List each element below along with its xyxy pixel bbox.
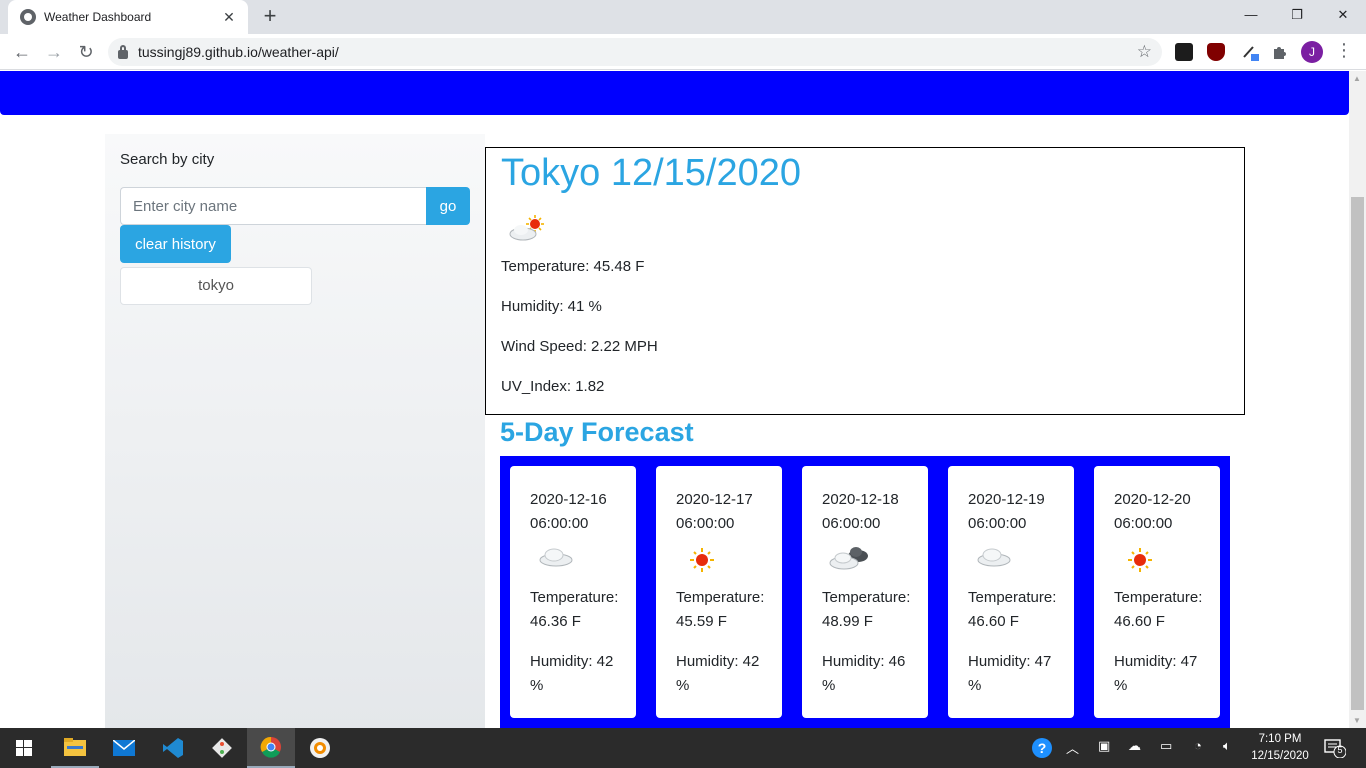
help-icon[interactable]: ? [1031, 737, 1053, 762]
go-button[interactable]: go [426, 187, 470, 225]
avast-browser-icon[interactable] [296, 728, 344, 768]
forecast-date: 2020-12-16 06:00:00 [530, 491, 607, 532]
clear-history-button[interactable]: clear history [120, 225, 231, 263]
sun-behind-cloud-icon [507, 214, 547, 249]
restore-button[interactable]: ❐ [1274, 0, 1320, 30]
ublock-extension-icon[interactable] [1207, 43, 1225, 61]
notification-count: 5 [1337, 745, 1343, 755]
forecast-container: 2020-12-16 06:00:00 Temperature: 46.36 F… [500, 456, 1230, 728]
battery-icon[interactable]: ▭ [1160, 738, 1172, 754]
history-item-tokyo[interactable]: tokyo [120, 267, 312, 305]
scroll-down-arrow-icon[interactable]: ▼ [1353, 716, 1361, 725]
scroll-up-arrow-icon[interactable]: ▲ [1353, 74, 1361, 83]
sun-icon [1126, 546, 1154, 579]
browser-toolbar: ← → ↻ tussingj89.github.io/weather-api/ … [0, 34, 1366, 70]
forecast-date: 2020-12-17 06:00:00 [676, 491, 753, 532]
forecast-card: 2020-12-17 06:00:00 Temperature: 45.59 F… [656, 466, 782, 718]
forecast-date: 2020-12-19 06:00:00 [968, 491, 1045, 532]
vscode-icon[interactable] [149, 728, 197, 768]
current-uv-index: UV_Index: 1.82 [501, 378, 605, 395]
bookmark-star-icon[interactable]: ☆ [1137, 42, 1152, 62]
volume-icon[interactable]: 🔈︎ [1223, 738, 1231, 754]
page-scrollbar[interactable]: ▲ ▼ [1349, 71, 1366, 728]
header-banner [0, 71, 1349, 115]
windows-taskbar: ? ︿ ▣ ☁ ▭ ◔ 🔈︎ 7:10 PM 12/15/2020 5 [0, 728, 1366, 768]
system-clock[interactable]: 7:10 PM 12/15/2020 [1250, 731, 1310, 765]
globe-icon [20, 9, 36, 25]
chevron-up-icon[interactable]: ︿ [1066, 738, 1079, 757]
svg-text:?: ? [1038, 740, 1047, 756]
chrome-icon[interactable] [247, 728, 295, 768]
onedrive-cloud-icon[interactable]: ☁ [1128, 738, 1141, 754]
forecast-temperature: Temperature: 46.60 F [968, 589, 1057, 630]
close-tab-icon[interactable]: ✕ [220, 9, 238, 26]
forecast-humidity: Humidity: 42 % [530, 653, 614, 694]
forecast-card: 2020-12-20 06:00:00 Temperature: 46.60 F… [1094, 466, 1220, 718]
clock-date: 12/15/2020 [1251, 750, 1309, 762]
tab-title: Weather Dashboard [44, 10, 152, 24]
git-icon[interactable] [198, 728, 246, 768]
extensions-puzzle-icon[interactable] [1271, 43, 1289, 61]
honey-extension-icon[interactable] [1175, 43, 1193, 61]
new-tab-button[interactable]: + [258, 4, 282, 28]
forecast-date: 2020-12-18 06:00:00 [822, 491, 899, 532]
forecast-temperature: Temperature: 48.99 F [822, 589, 911, 630]
browser-menu-icon[interactable]: ⋮ [1335, 40, 1353, 61]
minimize-button[interactable]: — [1228, 0, 1274, 30]
file-explorer-icon[interactable] [51, 728, 99, 768]
forecast-humidity: Humidity: 47 % [1114, 653, 1198, 694]
cloud-icon [538, 546, 574, 573]
notifications-icon[interactable]: 5 [1324, 738, 1347, 759]
forecast-humidity: Humidity: 47 % [968, 653, 1052, 694]
search-label: Search by city [120, 151, 215, 168]
lock-icon [118, 44, 128, 59]
forecast-temperature: Temperature: 46.36 F [530, 589, 619, 630]
reload-button[interactable]: ↻ [74, 40, 98, 64]
forecast-card: 2020-12-16 06:00:00 Temperature: 46.36 F… [510, 466, 636, 718]
city-search-input[interactable] [120, 187, 426, 225]
forecast-title: 5-Day Forecast [500, 417, 694, 447]
current-temperature: Temperature: 45.48 F [501, 258, 645, 275]
back-button[interactable]: ← [10, 40, 34, 64]
windows-start-icon[interactable] [0, 728, 48, 768]
forecast-card: 2020-12-19 06:00:00 Temperature: 46.60 F… [948, 466, 1074, 718]
forecast-temperature: Temperature: 46.60 F [1114, 589, 1203, 630]
browser-tab-bar: Weather Dashboard ✕ + — ❐ ✕ [0, 0, 1366, 34]
current-humidity: Humidity: 41 % [501, 298, 602, 315]
current-wind-speed: Wind Speed: 2.22 MPH [501, 338, 658, 355]
forecast-card: 2020-12-18 06:00:00 Temperature: 48.99 F… [802, 466, 928, 718]
wifi-icon[interactable]: ◔ [1194, 738, 1202, 753]
forecast-humidity: Humidity: 42 % [676, 653, 760, 694]
cloud-icon [976, 546, 1012, 573]
scrollbar-thumb[interactable] [1351, 197, 1364, 710]
address-url: tussingj89.github.io/weather-api/ [138, 44, 339, 60]
forecast-humidity: Humidity: 46 % [822, 653, 906, 694]
profile-avatar[interactable]: J [1301, 41, 1323, 63]
window-controls: — ❐ ✕ [1228, 0, 1366, 30]
forward-button[interactable]: → [42, 40, 66, 64]
browser-tab[interactable]: Weather Dashboard ✕ [8, 0, 248, 34]
current-city-title: Tokyo 12/15/2020 [501, 152, 802, 194]
page-viewport: Search by city go clear history tokyo To… [0, 71, 1349, 728]
mail-icon[interactable] [100, 728, 148, 768]
forecast-temperature: Temperature: 45.59 F [676, 589, 765, 630]
pen-extension-icon[interactable] [1241, 43, 1259, 61]
sun-icon [688, 546, 716, 579]
search-sidebar: Search by city go clear history tokyo [105, 134, 485, 728]
forecast-date: 2020-12-20 06:00:00 [1114, 491, 1191, 532]
clock-time: 7:10 PM [1258, 733, 1302, 745]
current-weather-card: Tokyo 12/15/2020 Temperature: 45.48 F Hu… [485, 147, 1245, 415]
dark-cloud-icon [828, 546, 870, 575]
address-bar[interactable]: tussingj89.github.io/weather-api/ ☆ [108, 38, 1162, 66]
meet-now-icon[interactable]: ▣ [1098, 738, 1110, 754]
close-window-button[interactable]: ✕ [1320, 0, 1366, 30]
